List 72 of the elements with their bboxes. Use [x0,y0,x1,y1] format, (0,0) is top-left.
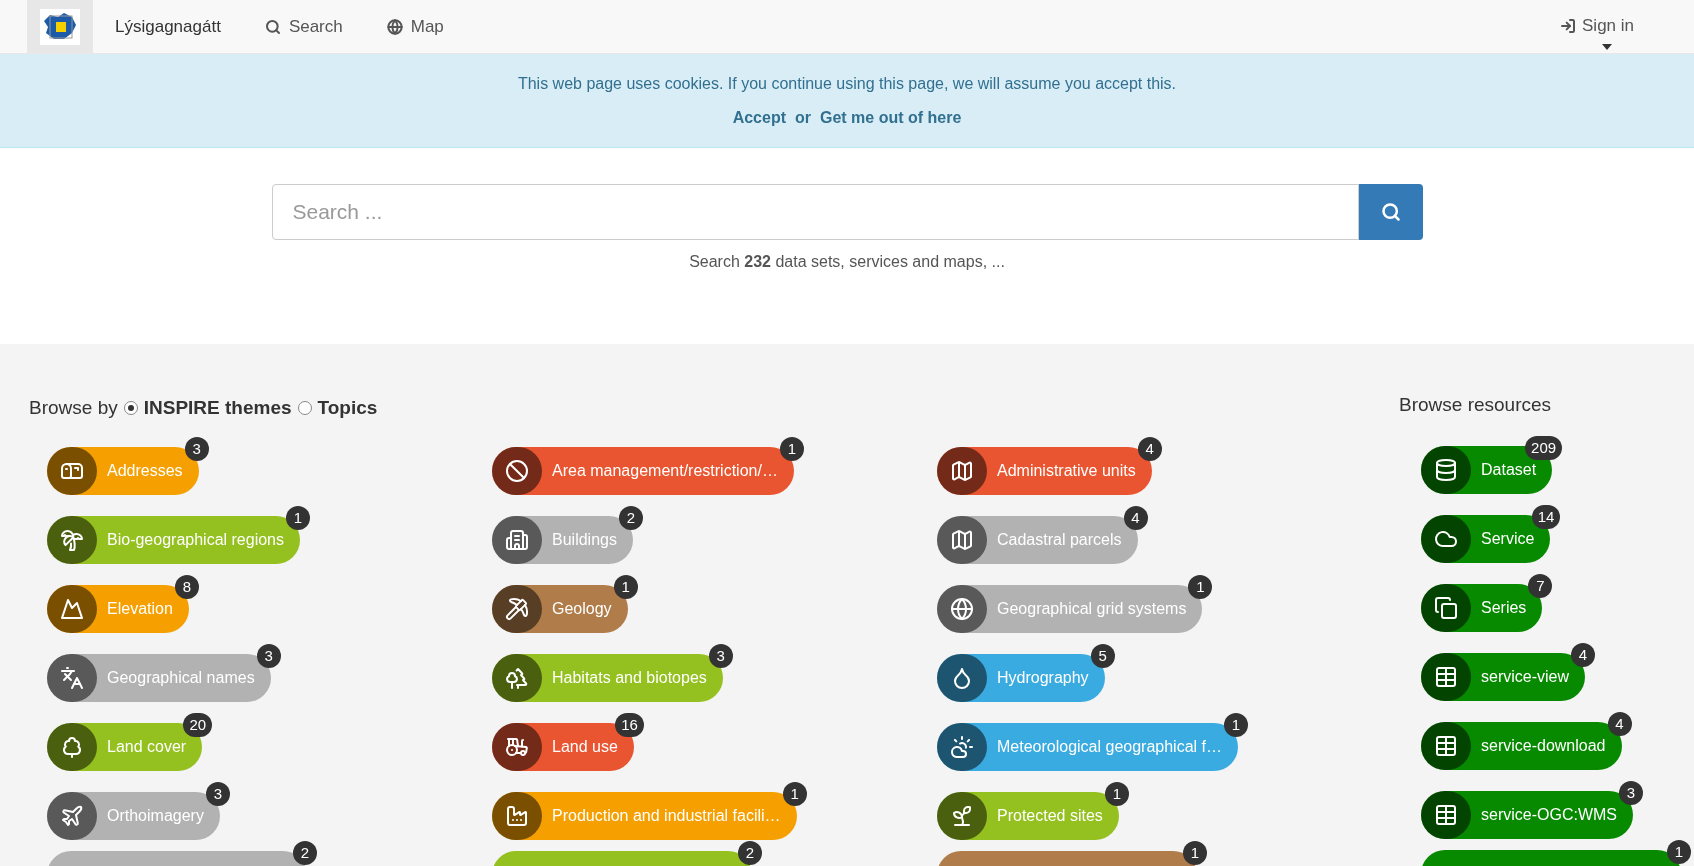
brand-link[interactable]: Lýsigagnagátt [115,13,221,40]
nav-link[interactable]: Map [386,13,444,40]
table-icon [1434,664,1458,689]
count-badge: 16 [615,712,644,737]
globe-icon [950,596,974,621]
count-badge: 1 [613,574,638,599]
map-icon [950,527,974,552]
globe-icon [386,18,403,35]
radio-button[interactable] [297,401,312,416]
logo[interactable] [27,0,93,54]
browse-by-label: Browse by [29,396,118,420]
count-badge: 14 [1531,504,1561,529]
count-badge: 209 [1525,435,1563,460]
count-badge: 7 [1528,573,1553,598]
count-badge: 1 [1183,840,1207,865]
count-badge: 8 [174,574,199,599]
browse-resources-title: Browse resources [1399,393,1553,417]
building-icon [505,527,529,552]
search-field[interactable]: Search ... [271,184,1359,240]
count-badge: 20 [183,712,213,737]
iceland-map-logo-icon [40,8,80,45]
factory-icon [505,803,529,828]
plane-icon [60,803,84,828]
table-icon [1434,733,1458,758]
count-badge: 2 [618,505,643,530]
or-text: or [795,107,811,128]
count-badge: 1 [782,781,807,806]
prohibited-icon [505,458,529,483]
count-badge: 3 [1619,780,1643,805]
sign-in-link[interactable]: Sign in [1560,12,1634,39]
count-badge: 1 [1667,839,1691,864]
copy-icon [1434,595,1458,620]
count-badge: 3 [184,436,209,461]
nav-link[interactable]: Search [264,13,343,40]
database-icon [1434,457,1458,482]
search-icon [1380,202,1401,222]
count-badge: 2 [293,840,317,865]
accept-link[interactable]: Accept [732,105,786,130]
sign-in-icon [1560,17,1576,34]
radio-button[interactable] [123,401,138,416]
cookie-message: This web page uses cookies. If you continue using this page, we will assume you accept this. [517,73,1177,94]
count-badge: 4 [1123,505,1148,530]
count-badge: 3 [256,643,281,668]
count-badge: 1 [779,436,804,461]
palm-tree-icon [60,527,84,552]
count-badge: 2 [738,840,762,865]
radio-label[interactable]: INSPIRE themes [143,394,292,423]
pickaxe-icon [505,596,529,621]
radio-label[interactable]: Topics [317,394,378,423]
count-badge: 3 [708,643,733,668]
count-badge: 1 [286,505,310,530]
text-icon [60,665,84,690]
table-icon [1434,802,1458,827]
trees-icon [505,665,529,690]
sprout-icon [950,803,974,828]
tree-icon [60,734,84,759]
decline-link[interactable]: Get me out of here [820,105,962,130]
count-badge: 3 [205,781,230,806]
count-badge: 1 [1224,712,1248,737]
count-badge: 4 [1607,711,1632,736]
count-badge: 4 [1571,642,1595,667]
cloud-sun-icon [950,734,974,759]
search-icon [264,18,281,35]
search-summary: Search 232 data sets, services and maps, ... [689,252,1005,272]
map-icon [950,458,974,483]
count-badge: 4 [1137,436,1162,461]
search-button[interactable] [1358,184,1423,240]
mountain-icon [60,596,84,621]
caret-icon [1602,44,1612,51]
count-badge: 1 [1104,781,1129,806]
count-badge: 5 [1090,643,1115,668]
count-badge: 1 [1188,574,1213,599]
